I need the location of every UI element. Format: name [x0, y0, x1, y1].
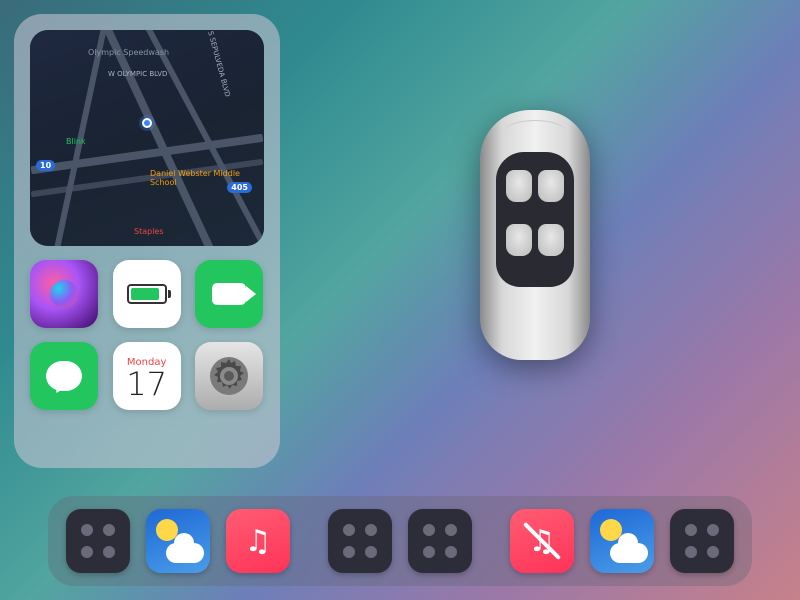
- maps-widget[interactable]: Olympic Speedwash W OLYMPIC BLVD S SEPUL…: [30, 30, 264, 246]
- calendar-app-icon[interactable]: Monday 17: [113, 342, 181, 410]
- siri-app-icon[interactable]: [30, 260, 98, 328]
- music-note-icon: ♫: [245, 524, 272, 559]
- cloud-icon: [610, 543, 648, 563]
- video-camera-icon: [212, 283, 246, 305]
- map-poi-label: Blink: [62, 136, 90, 147]
- dots-icon: [343, 524, 377, 558]
- map-current-location-icon: [142, 118, 152, 128]
- seat-rear-right: [538, 224, 564, 256]
- gear-icon: [208, 355, 250, 397]
- dock-music-muted-app[interactable]: ♫: [510, 509, 574, 573]
- map-poi-label: Staples: [130, 226, 168, 237]
- settings-app-icon[interactable]: [195, 342, 263, 410]
- car-hood: [505, 120, 565, 142]
- dock-weather-app[interactable]: [590, 509, 654, 573]
- sidebar-panel: Olympic Speedwash W OLYMPIC BLVD S SEPUL…: [14, 14, 280, 468]
- messages-app-icon[interactable]: [30, 342, 98, 410]
- facetime-app-icon[interactable]: [195, 260, 263, 328]
- dock-app-placeholder[interactable]: [66, 509, 130, 573]
- seat-front-right: [538, 170, 564, 202]
- dock-app-placeholder[interactable]: [328, 509, 392, 573]
- vehicle-top-view[interactable]: [430, 110, 640, 360]
- map-highway-shield: 405: [227, 182, 252, 193]
- cloud-icon: [166, 543, 204, 563]
- dots-icon: [81, 524, 115, 558]
- dock-app-placeholder[interactable]: [670, 509, 734, 573]
- car-body: [480, 110, 590, 360]
- battery-fill-icon: [131, 288, 159, 300]
- dots-icon: [685, 524, 719, 558]
- dock: ♫ ♫: [48, 496, 752, 586]
- app-grid: Monday 17: [30, 260, 264, 410]
- dots-icon: [423, 524, 457, 558]
- map-poi-label: Olympic Speedwash: [88, 48, 169, 57]
- calendar-date-label: 17: [126, 368, 167, 400]
- map-highway-shield: 10: [36, 160, 55, 171]
- speech-bubble-icon: [46, 361, 82, 391]
- car-interior: [496, 152, 574, 287]
- dock-weather-app[interactable]: [146, 509, 210, 573]
- seat-front-left: [506, 170, 532, 202]
- map-street-label: W OLYMPIC BLVD: [108, 70, 167, 78]
- dock-app-placeholder[interactable]: [408, 509, 472, 573]
- dock-music-app[interactable]: ♫: [226, 509, 290, 573]
- battery-app-icon[interactable]: [113, 260, 181, 328]
- battery-icon: [127, 284, 167, 304]
- seat-rear-left: [506, 224, 532, 256]
